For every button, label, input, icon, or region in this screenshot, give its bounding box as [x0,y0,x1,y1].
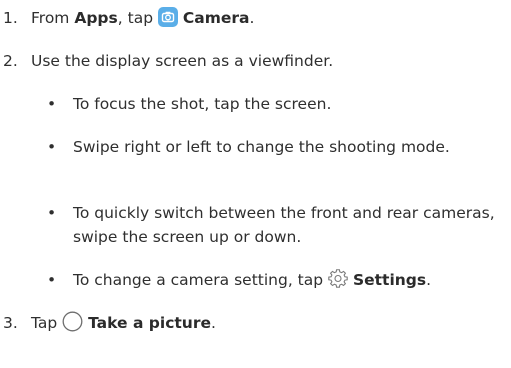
settings-gear-icon [328,269,348,296]
bullet-text-suffix: . [426,271,432,289]
bullet-dot: • [47,204,57,222]
bullet-text: Swipe right or left to change the shooti… [73,138,450,156]
step-text-middle: , tap [117,9,158,27]
bullet-dot: • [47,271,57,289]
bullet-text: To focus the shot, tap the screen. [73,95,332,113]
bullet-dot: • [47,95,57,113]
settings-label: Settings [352,271,427,289]
step-number: 2. [3,52,18,70]
step-text-prefix: Tap [31,314,63,332]
step-number: 3. [3,314,18,332]
bullet-text-prefix: To change a camera setting, tap [73,271,329,289]
bullet-text: To quickly switch between the front and … [73,204,495,246]
apps-label: Apps [74,9,118,27]
camera-label: Camera [182,9,250,27]
step-text-suffix: . [211,314,216,332]
take-picture-label: Take a picture [88,314,211,332]
instructions-document: 1. From Apps, tap Camera. 2. Use the dis… [0,0,511,368]
bullet-text: To change a camera setting, tap Settings… [73,268,509,296]
step-text-prefix: From [31,9,75,27]
step-text: From Apps, tap Camera. [31,6,254,34]
step-text: Tap Take a picture. [31,311,216,339]
step-text-suffix: . [249,9,255,27]
step-text: Use the display screen as a viewfinder. [31,52,334,70]
camera-app-icon [157,7,178,34]
bullet-dot: • [47,138,57,156]
shutter-button-icon [62,311,83,339]
step-number: 1. [3,9,18,27]
